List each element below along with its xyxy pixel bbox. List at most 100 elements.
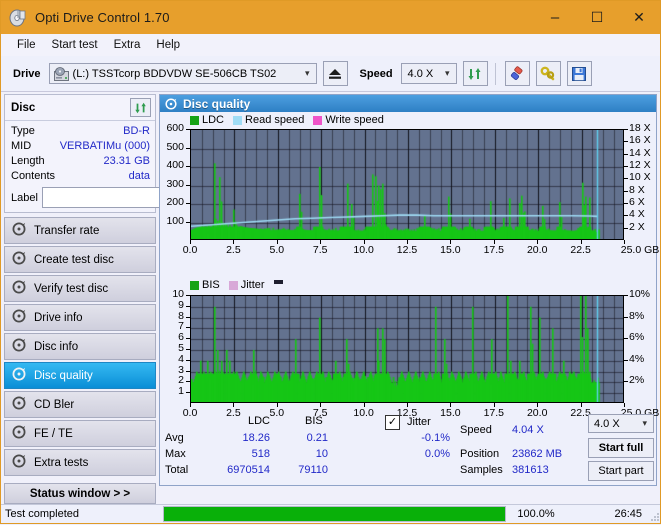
- menu-file[interactable]: File: [9, 37, 44, 53]
- stats-row-total: Total: [165, 464, 189, 476]
- y-axis-tick-label: 5: [178, 342, 184, 354]
- minimize-button[interactable]: –: [534, 1, 576, 34]
- axis-tick: [624, 240, 625, 244]
- disc-icon: [165, 97, 177, 110]
- chevron-down-icon[interactable]: ▾: [439, 69, 456, 78]
- axis-tick: [186, 129, 190, 130]
- menu-help[interactable]: Help: [148, 37, 188, 53]
- axis-tick: [624, 129, 628, 130]
- legend-swatch-ldc: [190, 115, 199, 125]
- disc-refresh-button[interactable]: [130, 98, 151, 117]
- tools-button[interactable]: [535, 61, 561, 86]
- resize-grip-icon[interactable]: [650, 512, 660, 522]
- y2-axis-tick-label: 16 X: [629, 134, 651, 147]
- bis-chart-plot: [190, 295, 624, 403]
- axis-tick: [624, 166, 628, 167]
- sidebar-item-drive-info[interactable]: Drive info: [4, 304, 156, 331]
- disc-info-rows: Type BD-R MID VERBATIMu (000) Length 23.…: [5, 121, 245, 212]
- axis-tick: [581, 403, 582, 407]
- maximize-button[interactable]: ☐: [576, 1, 618, 34]
- jitter-checkbox[interactable]: ✓: [385, 415, 400, 430]
- disc-icon: [12, 367, 26, 384]
- menu-extra[interactable]: Extra: [106, 37, 149, 53]
- stats-row-max: Max: [165, 448, 186, 460]
- axis-tick: [186, 185, 190, 186]
- start-part-button[interactable]: Start part: [588, 461, 654, 481]
- result-speed-select[interactable]: 4.0 X ▾: [588, 414, 654, 433]
- legend-label-write-speed: Write speed: [325, 114, 384, 126]
- sidebar-item-label: Verify test disc: [34, 282, 109, 295]
- speed-stat-value: 4.04 X: [512, 424, 544, 436]
- start-full-button[interactable]: Start full: [588, 438, 654, 458]
- sidebar-item-verify-test-disc[interactable]: Verify test disc: [4, 275, 156, 302]
- sidebar-item-disc-info[interactable]: Disc info: [4, 333, 156, 360]
- chevron-down-icon[interactable]: ▾: [636, 419, 653, 428]
- legend-swatch-write-speed: [313, 115, 323, 125]
- sidebar-item-label: Create test disc: [34, 253, 114, 266]
- ldc-chart-plot: [190, 129, 624, 240]
- axis-tick: [186, 338, 190, 339]
- axis-tick: [624, 228, 628, 229]
- axis-tick: [190, 240, 191, 244]
- erase-button[interactable]: [504, 61, 530, 86]
- menu-start-test[interactable]: Start test: [44, 37, 106, 53]
- axis-tick: [407, 403, 408, 407]
- disc-row-value: 23.31 GB: [103, 155, 150, 167]
- refresh-button[interactable]: [462, 61, 488, 86]
- stats-bis-total: 79110: [298, 464, 328, 476]
- disc-icon: [12, 309, 26, 326]
- disc-row-key: Type: [11, 125, 35, 137]
- axis-tick: [186, 222, 190, 223]
- stats-jitter-max: 0.0%: [424, 448, 450, 460]
- speed-label: Speed: [359, 67, 393, 80]
- axis-tick: [581, 240, 582, 244]
- sidebar-item-label: Disc quality: [34, 369, 93, 382]
- sidebar-item-cd-bler[interactable]: CD Bler: [4, 391, 156, 418]
- stats-row-avg: Avg: [165, 432, 184, 444]
- sidebar-item-create-test-disc[interactable]: Create test disc: [4, 246, 156, 273]
- axis-tick: [233, 240, 234, 244]
- y2-axis-tick-label: 6%: [629, 331, 645, 344]
- speed-select[interactable]: 4.0 X ▾: [400, 63, 457, 84]
- y2-axis-tick-label: 2 X: [629, 220, 645, 233]
- y-axis-tick-label: 10: [172, 288, 184, 300]
- disc-icon: [12, 338, 26, 355]
- chevron-down-icon[interactable]: ▾: [299, 69, 316, 78]
- sidebar-item-transfer-rate[interactable]: Transfer rate: [4, 217, 156, 244]
- axis-tick: [320, 240, 321, 244]
- result-speed-value: 4.0 X: [594, 417, 620, 430]
- sidebar-item-disc-quality[interactable]: Disc quality: [4, 362, 156, 389]
- sidebar-item-fe-te[interactable]: FE / TE: [4, 420, 156, 447]
- x-axis-tick-label: 25.0 GB: [620, 244, 660, 256]
- y-axis-tick-label: 3: [178, 363, 184, 376]
- save-button[interactable]: [566, 61, 592, 86]
- axis-tick: [186, 295, 190, 296]
- eject-button[interactable]: [322, 61, 348, 86]
- axis-tick: [624, 360, 628, 361]
- disc-icon: [12, 251, 26, 268]
- disc-row-value: BD-R: [123, 125, 150, 137]
- y-axis-tick-label: 300: [166, 177, 184, 190]
- status-window-button[interactable]: Status window > >: [4, 483, 156, 504]
- y-axis-tick-label: 600: [166, 122, 184, 134]
- axis-tick: [624, 403, 625, 407]
- drive-icon: [53, 66, 69, 81]
- axis-tick: [186, 203, 190, 204]
- close-button[interactable]: ✕: [618, 1, 660, 34]
- axis-tick: [537, 403, 538, 407]
- y2-axis-tick-label: 6 X: [629, 196, 645, 208]
- drive-select[interactable]: (L:) TSSTcorp BDDVDW SE-506CB TS02 ▾: [48, 63, 317, 84]
- disc-icon: [12, 222, 26, 239]
- position-stat-label: Position: [460, 448, 500, 460]
- y2-axis-tick-label: 2%: [629, 374, 645, 387]
- sidebar-item-label: FE / TE: [34, 427, 73, 440]
- disc-box-title: Disc: [11, 101, 36, 114]
- axis-tick: [186, 360, 190, 361]
- axis-tick: [624, 154, 628, 155]
- samples-stat-label: Samples: [460, 464, 503, 476]
- y2-axis-tick-label: 10 X: [629, 171, 651, 184]
- sidebar-item-extra-tests[interactable]: Extra tests: [4, 449, 156, 476]
- stats-panel: LDC BIS Avg Max Total 18.26 518 6970514 …: [160, 413, 656, 485]
- disc-label-row: Label: [11, 187, 245, 208]
- axis-tick: [186, 148, 190, 149]
